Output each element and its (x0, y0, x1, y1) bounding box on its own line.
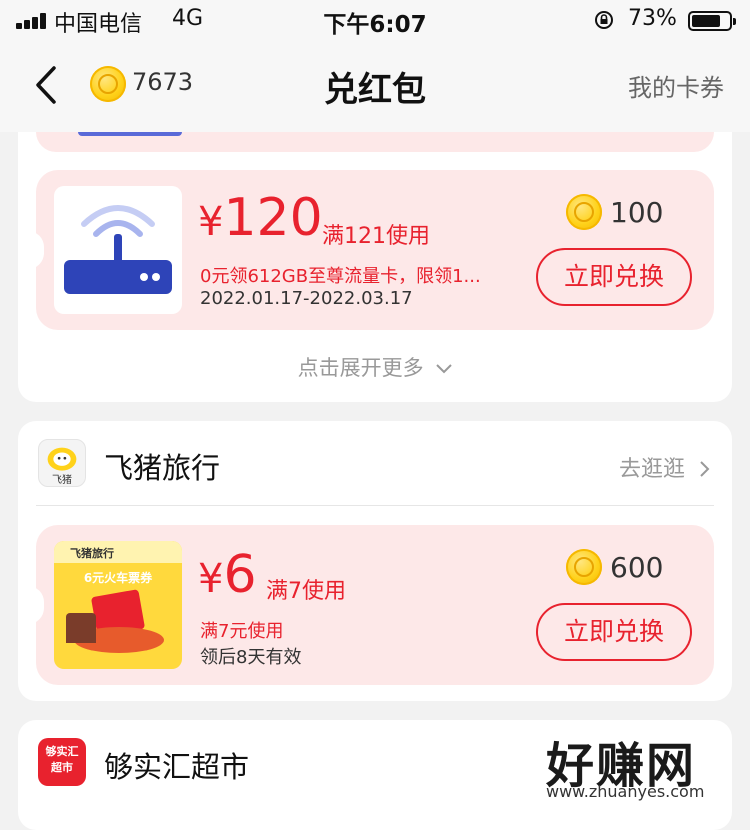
coupon-description: 0元领612GB至尊流量卡，限领1... (200, 266, 481, 287)
rotation-lock-icon (595, 11, 613, 29)
coupon-price: ¥120 (198, 188, 323, 248)
goushihui-logo: 够实汇超市 (38, 738, 86, 786)
coupon-price: ¥6 (198, 545, 257, 605)
redeem-button[interactable]: 立即兑换 (536, 603, 692, 661)
coupon-condition: 满7使用 (266, 579, 346, 604)
coupon-thumbnail: 飞猪旅行 6元火车票券 (54, 541, 182, 669)
coupon-condition: 满121使用 (322, 224, 430, 249)
coupon-validity: 2022.01.17-2022.03.17 (200, 288, 413, 309)
watermark: 好赚网 www.zhuanyes.com (540, 726, 740, 806)
coupon-card: 飞猪旅行 6元火车票券 ¥6 满7使用 满7元使用 领后8天有效 600 立即兑… (28, 525, 714, 685)
shop-card-telecom: ¥120 满121使用 0元领612GB至尊流量卡，限领1... 2022.01… (18, 132, 732, 402)
coupon-validity: 领后8天有效 (200, 647, 302, 668)
thumb-caption: 6元火车票券 (83, 571, 153, 585)
thumb-title: 飞猪旅行 (70, 547, 114, 560)
shop-card-fliggy: 飞猪 飞猪旅行 去逛逛 飞猪旅行 6元火车票券 ¥6 满7使用 满7元使用 领后… (18, 421, 732, 701)
chevron-right-icon (700, 461, 710, 477)
expand-more-link[interactable]: 点击展开更多 (18, 352, 732, 382)
go-shop-link[interactable]: 去逛逛 (619, 451, 710, 483)
router-icon (64, 205, 172, 294)
coupon-cost: 600 (610, 551, 664, 584)
divider (36, 505, 714, 506)
status-bar: 中国电信 4G 下午6:07 73% (0, 0, 750, 42)
coupon-partial (36, 132, 714, 152)
coin-icon (566, 194, 602, 230)
battery-icon (688, 11, 736, 31)
coupon-description: 满7元使用 (200, 621, 284, 642)
shop-name: 够实汇超市 (104, 750, 250, 784)
chevron-down-icon (436, 364, 453, 374)
nav-bar: 7673 兑红包 我的卡券 (0, 42, 750, 132)
coupon-cost: 100 (610, 196, 664, 229)
watermark-url: www.zhuanyes.com (546, 782, 705, 801)
shop-name: 飞猪旅行 (104, 451, 221, 485)
coupon-card: ¥120 满121使用 0元领612GB至尊流量卡，限领1... 2022.01… (28, 170, 714, 330)
battery-percent: 73% (628, 6, 677, 31)
fliggy-logo: 飞猪 (38, 439, 86, 487)
coin-icon (566, 549, 602, 585)
coupon-thumbnail (54, 186, 182, 314)
redeem-button[interactable]: 立即兑换 (536, 248, 692, 306)
logo-text: 飞猪 (52, 475, 72, 486)
logo-text: 够实汇超市 (45, 745, 79, 774)
my-coupons-link[interactable]: 我的卡券 (628, 68, 724, 103)
